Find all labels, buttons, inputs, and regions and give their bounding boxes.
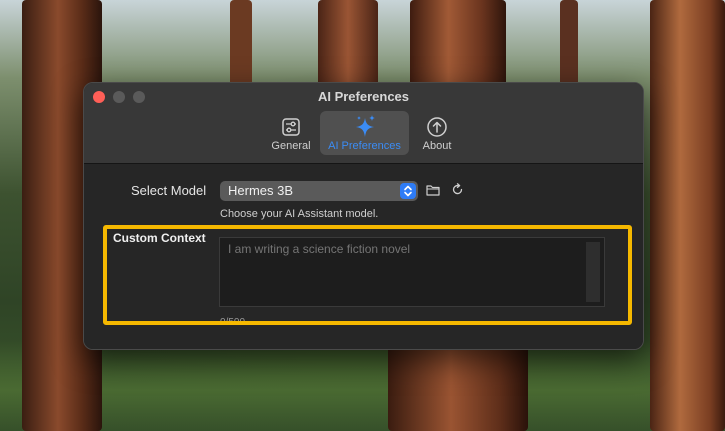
chevron-up-down-icon — [400, 183, 416, 199]
sliders-icon — [281, 114, 301, 140]
tab-general[interactable]: General — [264, 111, 318, 155]
upload-circle-icon — [426, 114, 448, 140]
tree-trunk — [230, 0, 252, 90]
tree-trunk — [650, 0, 725, 431]
select-model-label: Select Model — [131, 183, 207, 198]
character-count: 0/500 — [220, 317, 246, 328]
tab-general-label: General — [271, 140, 311, 152]
tab-about-label: About — [422, 140, 452, 152]
tab-ai-preferences-label: AI Preferences — [328, 140, 401, 152]
model-hint: Choose your AI Assistant model. — [220, 208, 379, 220]
preferences-window: AI Preferences General AI Preferences Ab… — [83, 82, 644, 350]
preferences-content: Select Model Hermes 3B Choose your AI As… — [84, 164, 643, 349]
folder-icon[interactable] — [426, 183, 440, 201]
tab-ai-preferences[interactable]: AI Preferences — [320, 111, 409, 155]
context-scrollbar[interactable] — [586, 242, 600, 302]
window-title: AI Preferences — [317, 89, 410, 104]
tree-trunk — [410, 0, 506, 90]
window-toolbar: AI Preferences General AI Preferences Ab… — [84, 83, 643, 164]
tab-about[interactable]: About — [411, 111, 463, 155]
custom-context-field[interactable] — [219, 237, 605, 307]
sparkles-icon — [353, 114, 377, 140]
tree-trunk — [560, 0, 578, 90]
foliage — [0, 341, 725, 431]
model-select-value: Hermes 3B — [228, 183, 294, 198]
tree-trunk — [318, 0, 378, 90]
model-select[interactable]: Hermes 3B — [220, 181, 418, 201]
refresh-icon[interactable] — [451, 183, 464, 201]
tree-trunk — [388, 345, 528, 431]
preferences-tabs: General AI Preferences About — [84, 111, 643, 157]
custom-context-label: Custom Context — [113, 231, 206, 245]
custom-context-input[interactable] — [228, 242, 578, 256]
